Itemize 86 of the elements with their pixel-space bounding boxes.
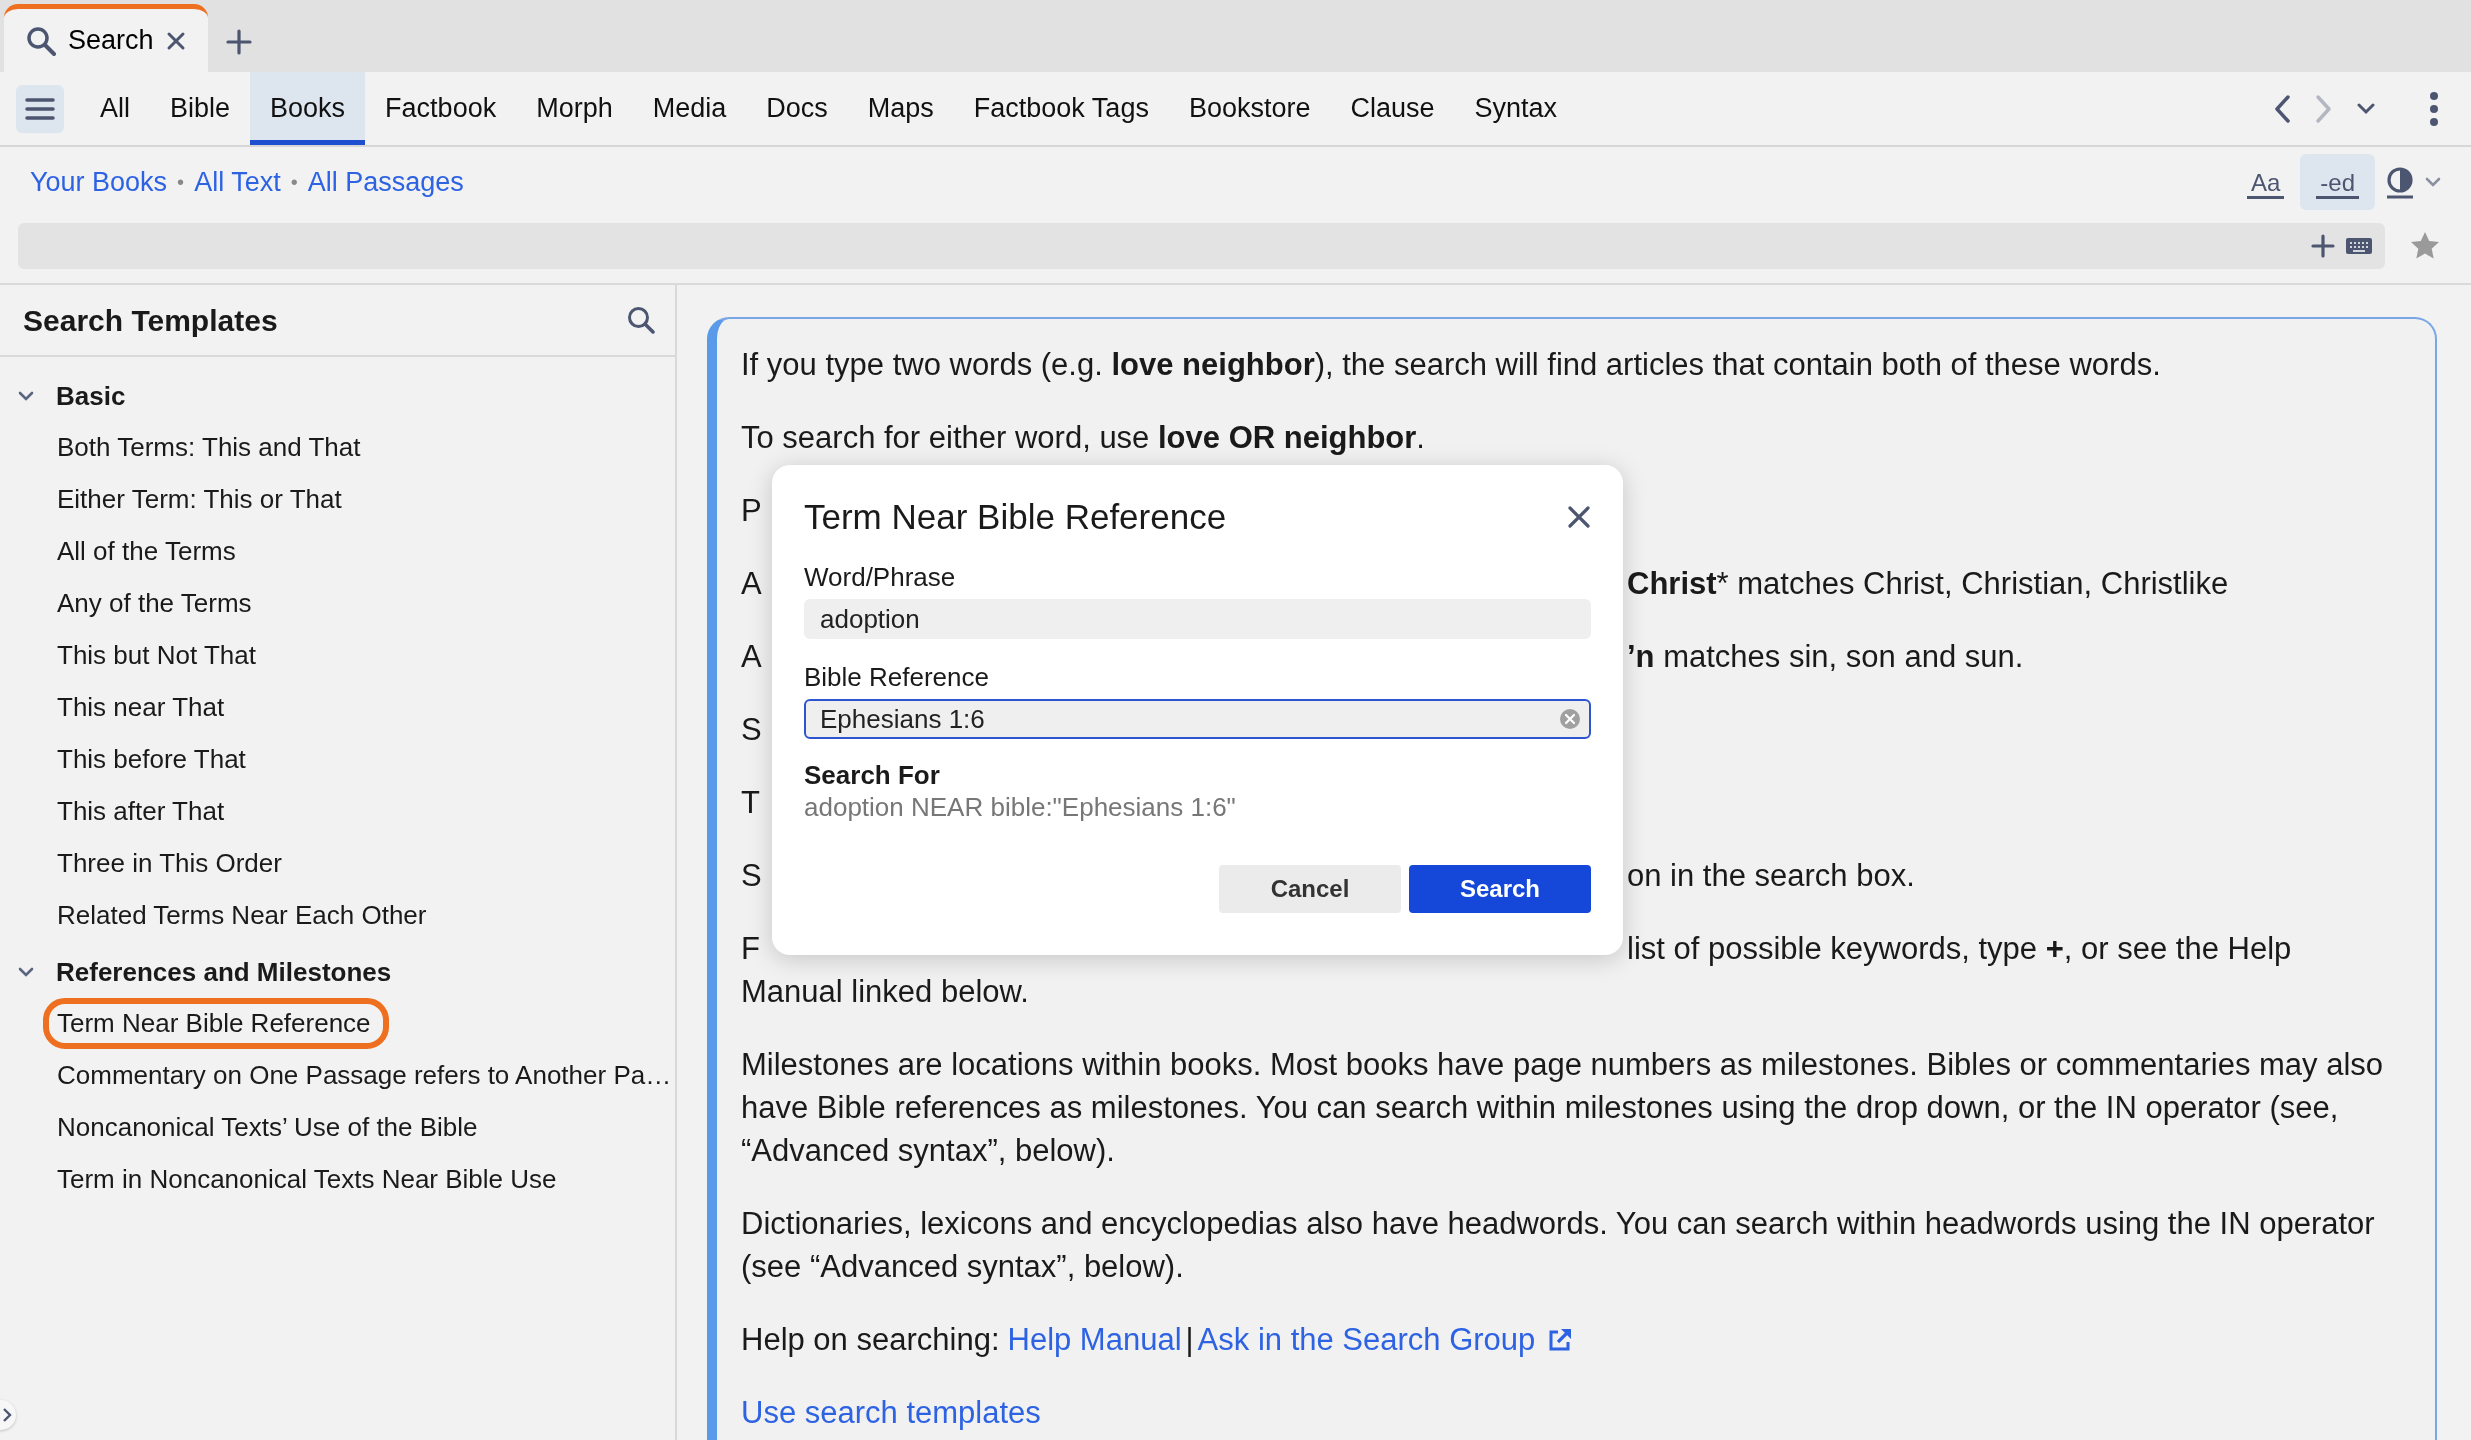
search-icon [26,25,56,56]
nav-tab[interactable]: Syntax [1454,72,1578,145]
nav-tab[interactable]: Bookstore [1168,72,1331,145]
search-query: adoption NEAR bible:"Ephesians 1:6" [804,791,1237,823]
help-text: F [741,930,760,968]
menu-icon [25,96,55,121]
separator-dot: • [290,170,298,195]
tree-item[interactable]: Noncanonical Texts’ Use of the Bible [57,1105,490,1149]
chevron-icon [2,1407,12,1423]
help-text: on in the search box. [1627,857,1915,895]
nav-tab[interactable]: Bible [150,72,251,145]
chevron-icon[interactable] [18,967,34,977]
scope-link[interactable]: All Text [194,161,281,203]
nav-tab[interactable]: Maps [847,72,954,145]
help-text: A [741,565,762,603]
nav-tab[interactable]: Factbook [365,72,517,145]
dialog-title: Term Near Bible Reference [804,496,1227,538]
tree-group[interactable]: Basic [0,371,675,421]
search-group-link[interactable]: Ask in the Search Group [1197,1318,1536,1361]
tree-item[interactable]: Related Terms Near Each Other [57,893,439,937]
nav-tab[interactable]: Morph [516,72,633,145]
plus-icon[interactable] [2311,234,2335,258]
help-manual-link[interactable]: Help Manual [1007,1318,1182,1361]
scope-link[interactable]: Your Books [30,161,168,203]
scope-link[interactable]: All Passages [307,161,464,203]
tree-item[interactable]: Any of the Terms [57,581,264,625]
tree-group[interactable]: References and Milestones [0,947,675,997]
search-for-label: Search For [804,759,941,791]
window-tab[interactable]: Search [4,4,208,72]
keyboard-icon[interactable] [2345,236,2373,256]
tree-item[interactable]: Term Near Bible Reference [43,997,389,1049]
help-paragraph: To search for either word, use love OR neighbor. [741,419,1426,457]
tree-item[interactable]: All of the Terms [57,529,248,573]
separator-dot: • [177,170,185,195]
tree-item[interactable]: Both Terms: This and That [57,425,373,469]
search-field[interactable] [18,223,2385,269]
tree-item[interactable]: Term in Noncanonical Texts Near Bible Use [57,1157,569,1201]
help-text: Christ* matches Christ, Christian, Christlike [1627,565,2229,603]
tree-item[interactable]: Commentary on One Passage refers to Another Pa… [57,1053,684,1097]
caret-icon[interactable] [2357,102,2375,115]
back-icon[interactable] [2273,93,2291,124]
close-icon[interactable] [165,30,186,51]
help-paragraph: Dictionaries, lexicons and encyclopedias also have headwords. You can search within headwords using the IN operator (see “Advanced syntax”, below). [741,1205,2376,1286]
field-label: Word/Phrase [804,561,957,593]
nav-tab[interactable]: Docs [746,72,848,145]
tree-item[interactable]: This but Not That [57,633,268,677]
chevron-icon[interactable] [18,391,34,401]
clear-icon[interactable] [1559,708,1581,730]
more-icon[interactable] [2429,91,2439,126]
external-link-icon[interactable] [1547,1326,1574,1353]
nav-tab[interactable]: Media [632,72,747,145]
tree-item[interactable]: Either Term: This or That [57,477,354,521]
tree-item[interactable]: Three in This Order [57,841,294,885]
close-icon[interactable] [1567,505,1591,529]
plus-icon [225,29,252,55]
help-text: ’n matches sin, son and sun. [1627,638,2024,676]
help-text: P [741,492,762,530]
menu-button[interactable] [16,84,64,133]
tree-item[interactable]: This after That [57,789,237,833]
help-paragraph: Milestones are locations within books. Most books have page numbers as milestones. Bibles or commentaries may also have Bible references as milestones. You can search within milestones using the drop down, or the IN operator (see, “Advanced syntax”, below). [741,1046,2385,1170]
caret-icon[interactable] [2425,177,2441,187]
search-icon[interactable] [627,306,655,334]
nav-tab[interactable]: Factbook Tags [953,72,1169,145]
nav-tab[interactable]: Clause [1330,72,1455,145]
cancel-button[interactable]: Cancel [1219,865,1401,913]
field-label: Bible Reference [804,661,990,693]
tree-item[interactable]: This before That [57,737,258,781]
input-field[interactable]: Ephesians 1:6 [804,699,1591,739]
nav-tab[interactable]: Books [250,72,366,145]
help-text: T [741,784,760,822]
nav-tab[interactable]: All [80,72,150,145]
panel-title: Search Templates [23,302,278,339]
view-option-button[interactable]: -ed [2300,153,2375,211]
templates-link[interactable]: Use search templates [741,1395,1041,1430]
input-field[interactable]: adoption [804,599,1591,639]
help-text: list of possible keywords, type +, or see the Help [1627,930,2292,968]
help-text: A [741,638,762,676]
help-text: S [741,711,762,749]
search-button[interactable]: Search [1409,865,1591,913]
help-label: Help on searching: [741,1321,1000,1359]
tree-item[interactable]: This near That [57,685,237,729]
link-separator: | [1185,1321,1194,1359]
view-option-button[interactable]: Aa [2230,153,2301,211]
help-paragraph: If you type two words (e.g. love neighbor), the search will find articles that contain both of these words. [741,346,2162,384]
help-text: S [741,857,762,895]
help-text: Manual linked below. [741,973,1029,1011]
